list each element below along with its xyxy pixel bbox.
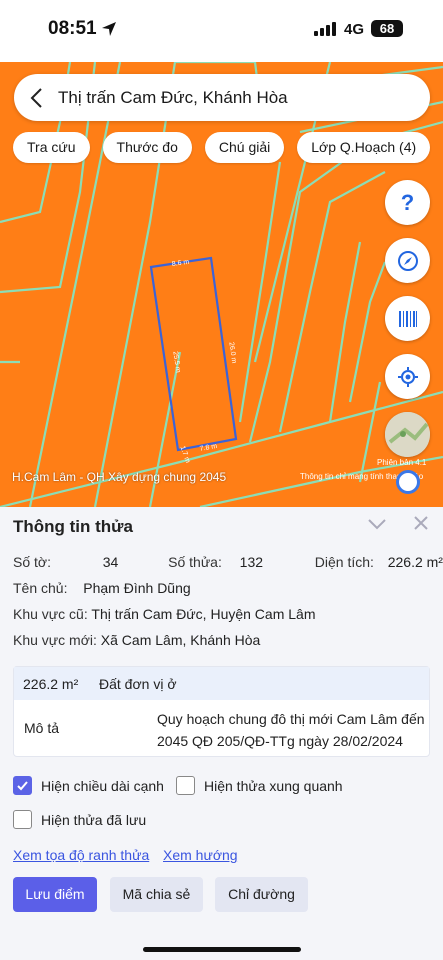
map-view[interactable]: 8.6 m 26.0 m 25.5 m 7.8 m 1.7 m Thị trấn…	[0, 62, 443, 507]
row-basic-info: Số tờ: 34 Số thửa: 132 Diện tích: 226.2 …	[13, 554, 443, 570]
help-icon: ?	[400, 189, 415, 215]
network-type: 4G	[344, 21, 365, 38]
barcode-button[interactable]	[385, 296, 430, 341]
checkbox-surrounding-label: Hiện thửa xung quanh	[204, 777, 343, 794]
so-to-value: 34	[102, 554, 119, 570]
so-thua-label: Số thửa:	[168, 554, 222, 570]
checkbox-edge-length-label: Hiện chiều dài cạnh	[41, 777, 164, 794]
zoning-type: Đất đơn vị ở	[99, 675, 177, 692]
map-layer-caption: H.Cam Lâm - QH Xây dựng chung 2045	[12, 470, 227, 484]
share-code-button[interactable]: Mã chia sẻ	[110, 877, 203, 912]
chevron-down-icon[interactable]	[367, 517, 387, 531]
battery-icon: 68	[371, 20, 403, 37]
zoning-header: 226.2 m² Đất đơn vị ở	[14, 667, 429, 700]
location-arrow-icon	[102, 22, 116, 36]
back-arrow-icon[interactable]	[14, 74, 58, 121]
row-old-area: Khu vực cũ: Thị trấn Cam Đức, Huyện Cam …	[13, 606, 316, 622]
sheet-title: Thông tin thửa	[13, 517, 133, 536]
zoning-desc: Quy hoạch chung đô thị mới Cam Lâm đến 2…	[157, 711, 425, 749]
zoning-desc-label: Mô tả	[24, 720, 60, 736]
status-bar: 08:51 4G 68	[0, 0, 443, 62]
dien-tich-value: 226.2 m²	[387, 554, 443, 570]
checkbox-empty-icon[interactable]	[176, 776, 195, 795]
old-area-label: Khu vực cũ:	[13, 606, 88, 622]
map-chip-row: Tra cứu Thước đo Chú giải Lớp Q.Hoạch (4…	[13, 132, 431, 163]
barcode-icon	[398, 310, 417, 327]
so-thua-value: 132	[239, 554, 264, 570]
checkbox-empty-icon[interactable]	[13, 810, 32, 829]
chip-lop-quy-hoach[interactable]: Lớp Q.Hoạch (4)	[297, 132, 431, 163]
crosshair-icon	[397, 366, 418, 387]
parcel-info-sheet: Thông tin thửa Số tờ: 34 Số thửa: 132 Di…	[0, 507, 443, 960]
close-icon[interactable]	[413, 515, 429, 531]
directions-button[interactable]: Chỉ đường	[215, 877, 308, 912]
row-new-area: Khu vực mới: Xã Cam Lâm, Khánh Hòa	[13, 632, 260, 648]
compass-icon	[397, 250, 418, 271]
chip-chu-giai[interactable]: Chú giải	[204, 132, 285, 163]
checkbox-checked-icon[interactable]	[13, 776, 32, 795]
chip-thuoc-do[interactable]: Thước đo	[102, 132, 192, 163]
status-time: 08:51	[48, 18, 97, 39]
link-direction[interactable]: Xem hướng	[163, 847, 238, 863]
cellular-signal-icon	[314, 21, 336, 36]
old-area-value: Thị trấn Cam Đức, Huyện Cam Lâm	[91, 606, 316, 622]
dim-top: 8.6 m	[171, 259, 189, 268]
home-indicator[interactable]	[143, 947, 301, 952]
dien-tich-label: Diện tích:	[314, 554, 374, 570]
map-thumbnail-icon	[385, 412, 430, 457]
new-area-value: Xã Cam Lâm, Khánh Hòa	[100, 632, 261, 648]
link-boundary-coords[interactable]: Xem tọa độ ranh thửa	[13, 847, 149, 863]
checkbox-saved-label: Hiện thửa đã lưu	[41, 811, 147, 828]
checkbox-surrounding[interactable]: Hiện thửa xung quanh	[176, 776, 343, 795]
checkbox-edge-length[interactable]: Hiện chiều dài cạnh	[13, 776, 164, 795]
checkbox-saved[interactable]: Hiện thửa đã lưu	[13, 810, 146, 829]
row-owner: Tên chủ: Phạm Đình Dũng	[13, 580, 191, 596]
so-to-label: Số tờ:	[13, 554, 51, 570]
owner-value: Phạm Đình Dũng	[83, 580, 191, 596]
dim-right: 26.0 m	[227, 342, 237, 364]
zoning-info-box: 226.2 m² Đất đơn vị ở Mô tả Quy hoạch ch…	[13, 666, 430, 757]
search-location-text: Thị trấn Cam Đức, Khánh Hòa	[58, 87, 288, 107]
help-button[interactable]: ?	[385, 180, 430, 225]
map-layer-thumbnail[interactable]	[385, 412, 430, 457]
zoning-area: 226.2 m²	[23, 675, 79, 692]
map-parcel-lines: 8.6 m 26.0 m 25.5 m 7.8 m 1.7 m	[0, 62, 443, 507]
version-label: Phiên bản 4.1	[377, 458, 427, 467]
my-location-button[interactable]	[385, 354, 430, 399]
chip-tra-cuu[interactable]: Tra cứu	[13, 132, 90, 163]
new-area-label: Khu vực mới:	[13, 632, 97, 648]
owner-label: Tên chủ:	[13, 580, 68, 596]
compass-button[interactable]	[385, 238, 430, 283]
save-point-button[interactable]: Lưu điểm	[13, 877, 97, 912]
scale-handle[interactable]	[396, 470, 420, 494]
search-bar[interactable]: Thị trấn Cam Đức, Khánh Hòa	[14, 74, 430, 121]
